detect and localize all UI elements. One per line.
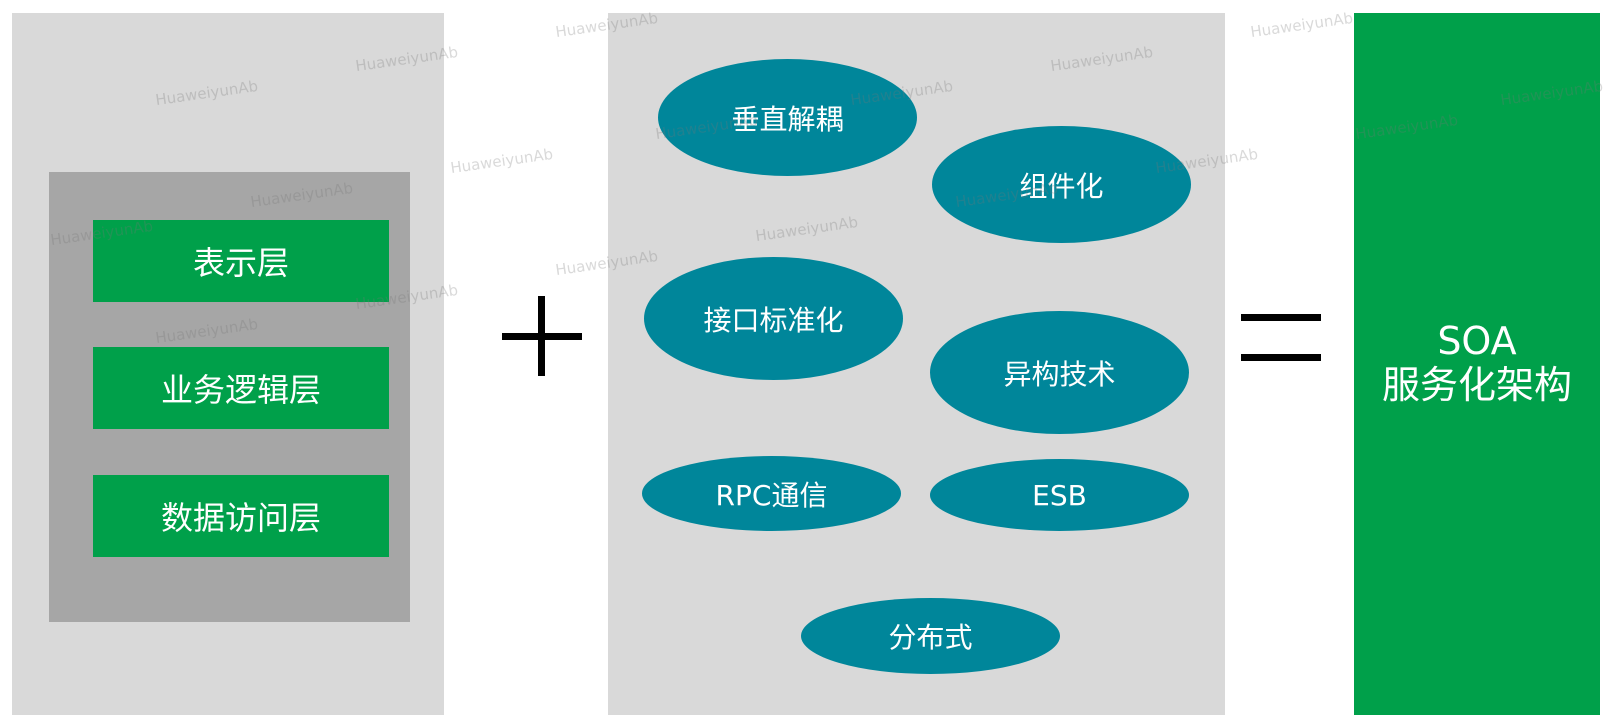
layer-presentation: 表示层 <box>93 220 389 302</box>
concept-esb: ESB <box>930 459 1189 531</box>
concept-componentization: 组件化 <box>932 126 1191 243</box>
watermark: HuaweiyunAb <box>449 144 555 178</box>
concept-vertical-decoupling: 垂直解耦 <box>658 59 917 176</box>
concept-heterogeneous-tech: 异构技术 <box>930 311 1189 434</box>
layer-data-access: 数据访问层 <box>93 475 389 557</box>
plus-sign-vertical <box>538 296 545 376</box>
equals-sign-bottom <box>1241 354 1321 361</box>
concept-distributed: 分布式 <box>801 598 1060 674</box>
watermark: HuaweiyunAb <box>1249 8 1355 42</box>
result-line-architecture: 服务化架构 <box>1381 363 1572 407</box>
layer-business-logic: 业务逻辑层 <box>93 347 389 429</box>
concept-rpc-communication: RPC通信 <box>642 456 901 531</box>
result-line-soa: SOA <box>1437 319 1517 364</box>
result-panel: SOA 服务化架构 <box>1354 13 1600 715</box>
concept-interface-standardization: 接口标准化 <box>644 257 903 380</box>
equals-sign-top <box>1241 314 1321 321</box>
